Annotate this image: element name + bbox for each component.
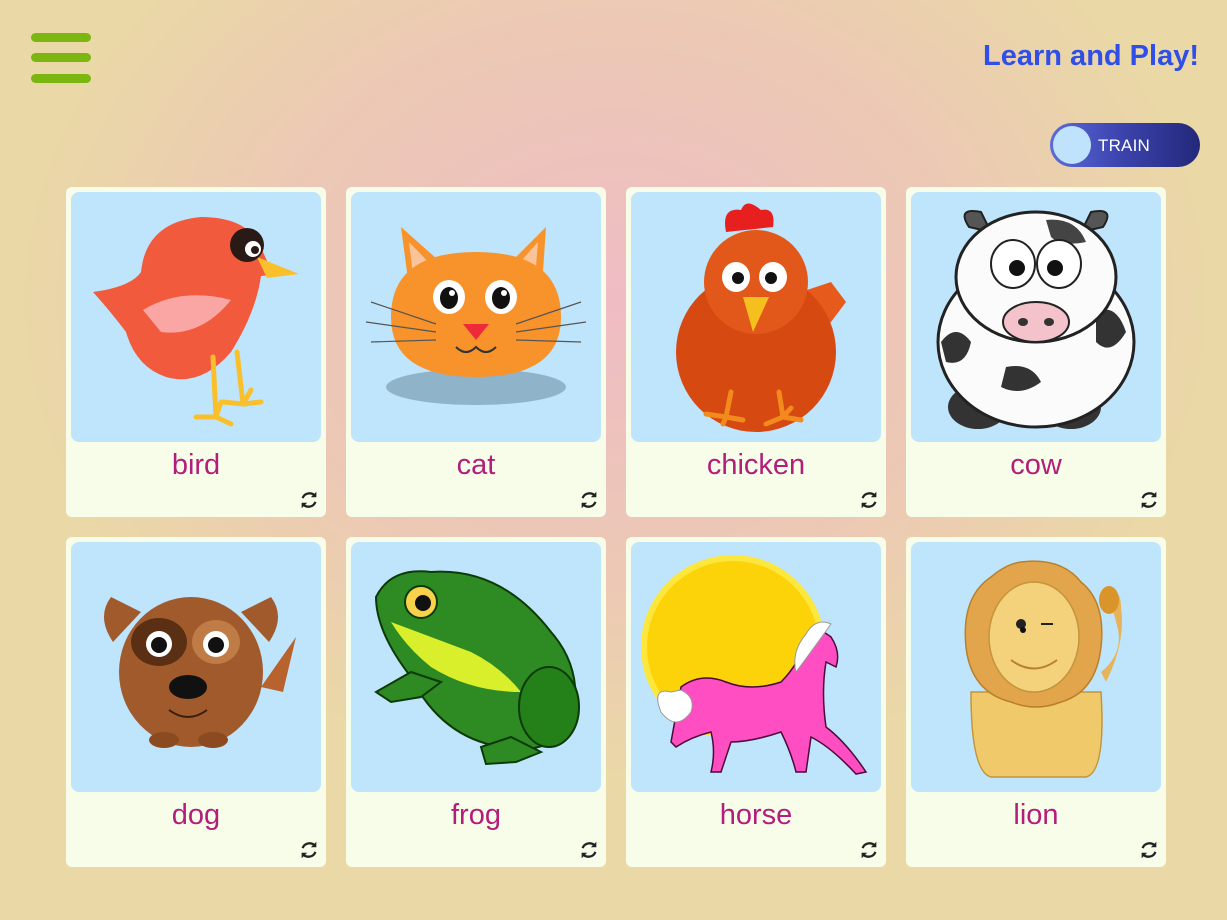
menu-bar (31, 53, 91, 62)
animal-label: frog (451, 799, 501, 831)
app-title: Learn and Play! (983, 40, 1199, 72)
dog-icon (71, 542, 321, 792)
flip-icon[interactable] (578, 489, 600, 511)
animal-card-cow[interactable]: cow (906, 187, 1166, 517)
flip-icon[interactable] (858, 839, 880, 861)
toggle-knob[interactable] (1053, 126, 1091, 164)
flip-icon[interactable] (578, 839, 600, 861)
animal-label: horse (719, 799, 793, 831)
horse-icon (631, 542, 881, 792)
lion-icon (911, 542, 1161, 792)
animal-card-dog[interactable]: dog (66, 537, 326, 867)
flip-icon[interactable] (1138, 839, 1160, 861)
hamburger-menu-icon[interactable] (31, 33, 91, 83)
chicken-icon (631, 192, 881, 442)
animal-card-horse[interactable]: horse (626, 537, 886, 867)
animal-label: bird (171, 449, 221, 481)
animal-label: dog (171, 799, 221, 831)
animal-label: cow (1010, 449, 1062, 481)
animal-label: chicken (706, 449, 806, 481)
flip-icon[interactable] (1138, 489, 1160, 511)
animal-card-bird[interactable]: bird (66, 187, 326, 517)
animal-card-cat[interactable]: cat (346, 187, 606, 517)
cow-icon (911, 192, 1161, 442)
flip-icon[interactable] (298, 839, 320, 861)
menu-bar (31, 74, 91, 83)
toggle-label: TRAIN (1098, 136, 1150, 155)
mode-toggle[interactable]: TRAIN (1050, 123, 1200, 167)
flip-icon[interactable] (298, 489, 320, 511)
menu-bar (31, 33, 91, 42)
cat-icon (351, 192, 601, 442)
flip-icon[interactable] (858, 489, 880, 511)
animal-card-chicken[interactable]: chicken (626, 187, 886, 517)
animal-card-frog[interactable]: frog (346, 537, 606, 867)
animal-label: lion (1013, 799, 1059, 831)
frog-icon (351, 542, 601, 792)
animal-label: cat (456, 449, 496, 481)
animal-card-lion[interactable]: lion (906, 537, 1166, 867)
bird-icon (71, 192, 321, 442)
